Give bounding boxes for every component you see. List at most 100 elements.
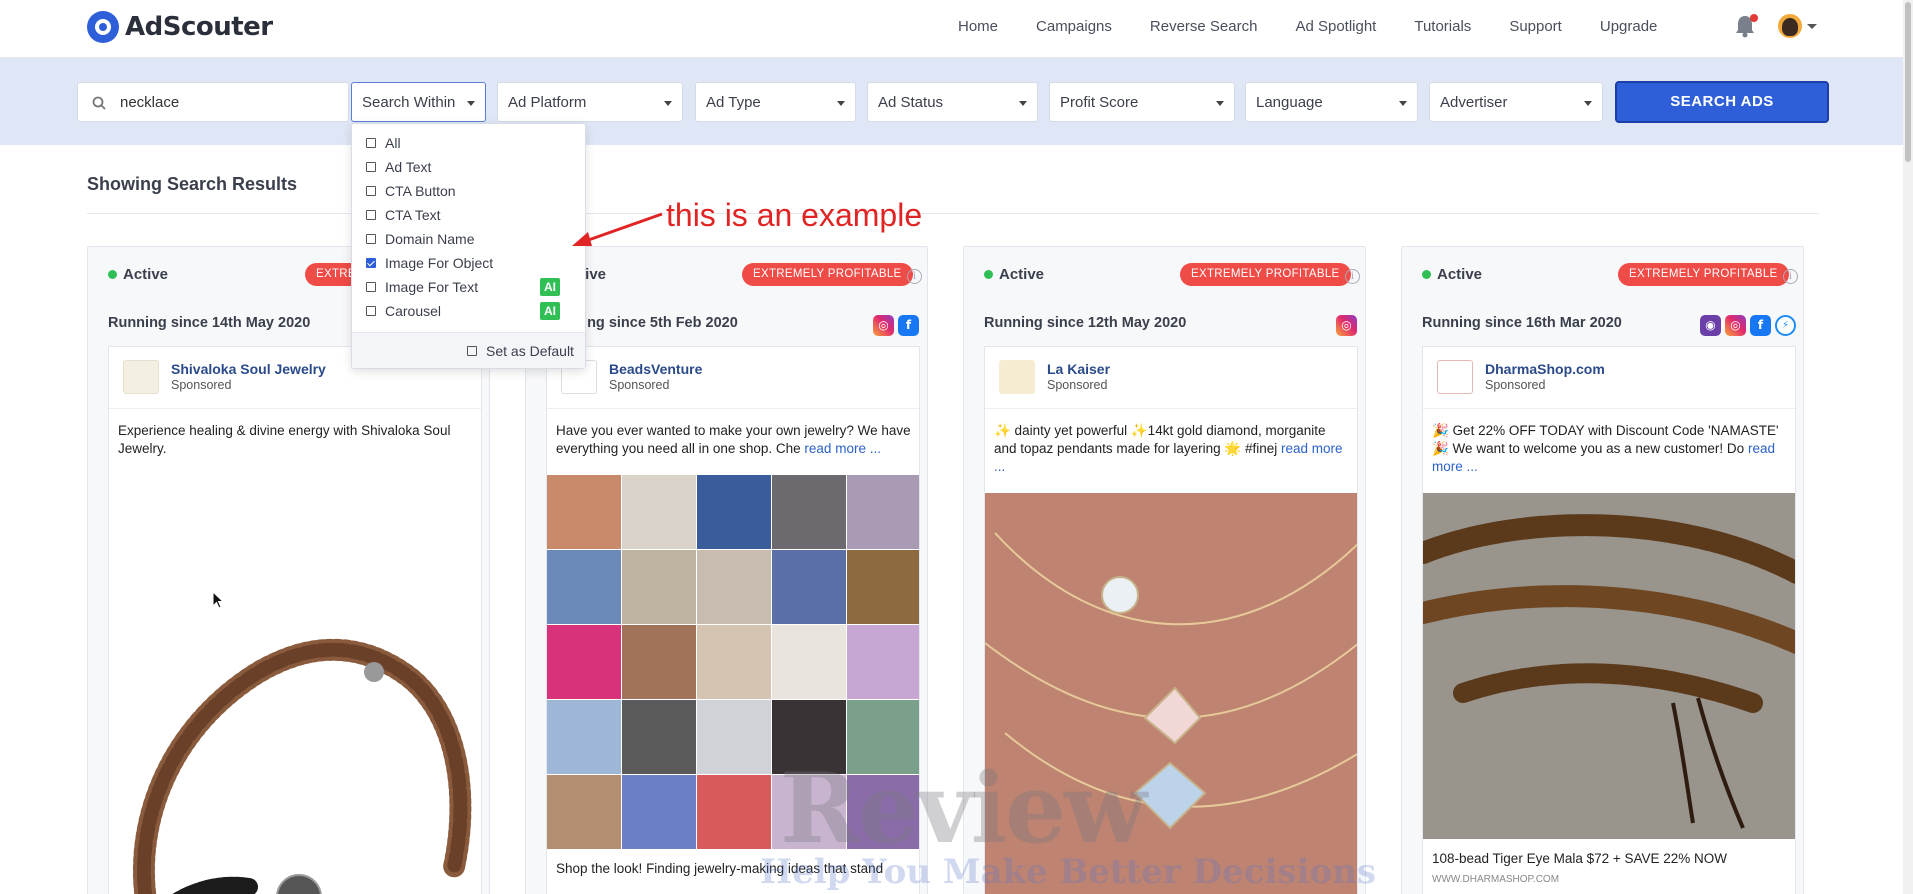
nav-upgrade[interactable]: Upgrade <box>1600 18 1658 35</box>
messenger-icon: ⚡ <box>1775 315 1796 336</box>
advertiser-name[interactable]: DharmaShop.com <box>1485 361 1605 377</box>
ai-badge: AI <box>540 278 560 296</box>
menu-item-ad-text[interactable]: Ad Text <box>366 159 431 175</box>
ad-type-label: Ad Type <box>706 94 761 111</box>
menu-item-label: Image For Text <box>385 279 479 295</box>
advertiser-header: La Kaiser Sponsored <box>985 347 1357 409</box>
status-label: Active <box>108 266 168 283</box>
advertiser-name[interactable]: La Kaiser <box>1047 361 1110 377</box>
advertiser-logo <box>1437 360 1473 394</box>
logo-mark-icon <box>87 11 119 43</box>
read-more-link[interactable]: read more ... <box>804 441 881 456</box>
nav-reverse-search[interactable]: Reverse Search <box>1150 18 1258 35</box>
menu-footer: Set as Default <box>352 332 585 368</box>
menu-item-domain-name[interactable]: Domain Name <box>366 231 474 247</box>
search-within-dropdown[interactable]: Search Within <box>351 82 486 122</box>
profit-badge: EXTREMELY PROFITABLE <box>742 263 913 286</box>
advertiser-name[interactable]: Shivaloka Soul Jewelry <box>171 361 326 377</box>
search-field[interactable] <box>77 82 349 122</box>
page-scrollbar[interactable] <box>1903 0 1913 894</box>
ad-image[interactable] <box>109 497 481 894</box>
audience-network-icon: ◉ <box>1700 315 1721 336</box>
ad-status-dropdown[interactable]: Ad Status <box>867 82 1038 122</box>
search-within-label: Search Within <box>362 94 456 111</box>
instagram-icon: ◎ <box>1725 315 1746 336</box>
checkbox[interactable] <box>366 186 376 196</box>
facebook-icon: f <box>898 315 919 336</box>
checkbox[interactable] <box>366 282 376 292</box>
search-ads-button[interactable]: SEARCH ADS <box>1615 81 1829 123</box>
nav-support[interactable]: Support <box>1509 18 1562 35</box>
ad-text: Experience healing & divine energy with … <box>118 422 474 458</box>
checkbox[interactable] <box>366 306 376 316</box>
menu-item-label: CTA Button <box>385 183 456 199</box>
advertiser-dropdown[interactable]: Advertiser <box>1429 82 1603 122</box>
running-since: Running since 16th Mar 2020 <box>1422 315 1622 331</box>
scrollbar-thumb[interactable] <box>1905 2 1911 162</box>
annotation-arrow-icon <box>572 212 663 246</box>
divider <box>87 213 1819 214</box>
ad-card[interactable]: Active EXTREMELY PROFITABLE i Running si… <box>1401 246 1804 894</box>
nav-ad-spotlight[interactable]: Ad Spotlight <box>1295 18 1376 35</box>
search-input[interactable] <box>120 91 340 113</box>
profit-score-dropdown[interactable]: Profit Score <box>1049 82 1235 122</box>
menu-item-image-for-text[interactable]: Image For Text <box>366 279 478 295</box>
menu-item-carousel[interactable]: Carousel <box>366 303 441 319</box>
checkbox[interactable] <box>467 346 477 356</box>
menu-item-all[interactable]: All <box>366 135 401 151</box>
info-icon[interactable]: i <box>907 269 922 284</box>
active-dot <box>1422 270 1431 279</box>
advertiser-header: BeadsVenture Sponsored <box>547 347 919 409</box>
notification-dot <box>1750 14 1758 22</box>
search-within-menu: All Ad Text CTA Button CTA Text Domain N… <box>351 123 586 369</box>
checkbox[interactable] <box>366 138 376 148</box>
profit-badge: EXTREMELY PROFITABLE <box>1618 263 1789 286</box>
nav-tutorials[interactable]: Tutorials <box>1414 18 1471 35</box>
language-dropdown[interactable]: Language <box>1245 82 1418 122</box>
menu-item-label: Carousel <box>385 303 442 319</box>
logo-text: AdScouter <box>125 12 273 42</box>
avatar[interactable] <box>1778 14 1802 38</box>
advertiser-header: DharmaShop.com Sponsored <box>1423 347 1795 409</box>
watermark-title: Review <box>780 752 1147 865</box>
logo[interactable]: AdScouter <box>87 11 273 43</box>
info-icon[interactable]: i <box>1345 269 1360 284</box>
status-text: Active <box>1437 266 1483 283</box>
ad-preview[interactable]: DharmaShop.com Sponsored 🎉 Get 22% OFF T… <box>1422 346 1796 894</box>
ai-badge: AI <box>540 302 560 320</box>
ad-text: 🎉 Get 22% OFF TODAY with Discount Code '… <box>1432 422 1788 476</box>
chevron-down-icon[interactable] <box>1807 24 1817 29</box>
ad-platform-label: Ad Platform <box>508 94 587 111</box>
necklace-illustration <box>132 638 472 894</box>
nav-campaigns[interactable]: Campaigns <box>1036 18 1112 35</box>
menu-item-cta-text[interactable]: CTA Text <box>366 207 441 223</box>
advertiser-name[interactable]: BeadsVenture <box>609 361 702 377</box>
checkbox[interactable] <box>366 162 376 172</box>
advertiser-logo <box>123 360 159 394</box>
ad-platform-dropdown[interactable]: Ad Platform <box>497 82 683 122</box>
checkbox[interactable] <box>366 210 376 220</box>
caret-down-icon <box>1216 101 1224 106</box>
info-icon[interactable]: i <box>1783 269 1798 284</box>
menu-item-label: Image For Object <box>385 255 494 271</box>
checkbox-checked[interactable] <box>366 258 376 268</box>
search-icon <box>92 96 106 115</box>
active-dot <box>984 270 993 279</box>
advertiser-label: Advertiser <box>1440 94 1508 111</box>
ad-text: ✨ dainty yet powerful ✨14kt gold diamond… <box>994 422 1350 476</box>
set-as-default-option[interactable]: Set as Default <box>467 343 574 359</box>
checkbox[interactable] <box>366 234 376 244</box>
status-text: Active <box>123 266 169 283</box>
ad-footer-url: WWW.DHARMASHOP.COM <box>1432 874 1560 885</box>
nav-home[interactable]: Home <box>958 18 998 35</box>
menu-item-image-for-object[interactable]: Image For Object <box>366 255 493 271</box>
ad-type-dropdown[interactable]: Ad Type <box>695 82 856 122</box>
ad-preview[interactable]: Shivaloka Soul Jewelry Sponsored Experie… <box>108 346 482 894</box>
menu-item-label: Domain Name <box>385 231 475 247</box>
sponsored-label: Sponsored <box>171 378 232 392</box>
ad-image[interactable] <box>1423 493 1795 839</box>
platform-icons: ◉ ◎ f ⚡ <box>1696 315 1796 336</box>
menu-item-cta-button[interactable]: CTA Button <box>366 183 456 199</box>
notification-bell-icon[interactable] <box>1734 14 1758 38</box>
profit-badge: EXTREMELY PROFITABLE <box>1180 263 1351 286</box>
